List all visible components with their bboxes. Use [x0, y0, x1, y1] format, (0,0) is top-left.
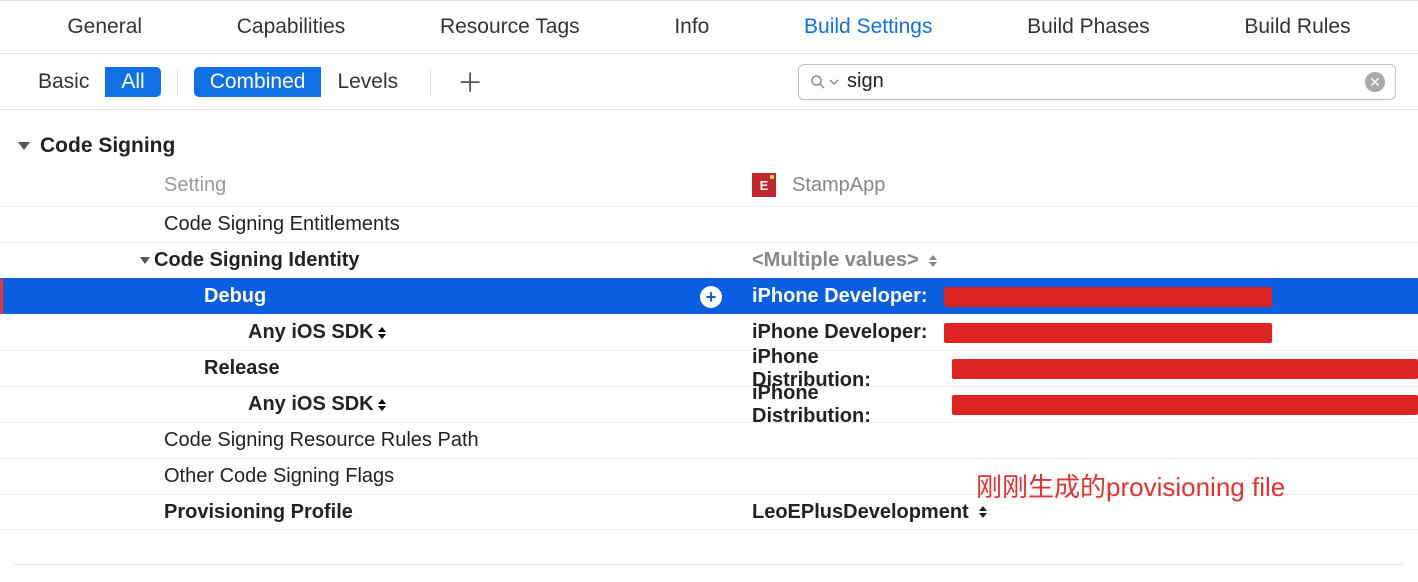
setting-value-prefix[interactable]: iPhone Developer: [752, 321, 928, 344]
tab-resource-tags[interactable]: Resource Tags [422, 15, 598, 39]
view-levels-button[interactable]: Levels [321, 67, 414, 97]
chevron-up-down-icon [378, 327, 386, 339]
setting-label: Any iOS SDK [248, 321, 374, 344]
setting-row-release-anysdk[interactable]: Any iOS SDK iPhone Distribution: [0, 386, 1418, 422]
view-combined-button[interactable]: Combined [194, 67, 322, 97]
setting-label: Code Signing Resource Rules Path [164, 429, 479, 452]
setting-value-prefix[interactable]: iPhone Developer: [752, 285, 928, 308]
section-header-code-signing[interactable]: Code Signing [0, 134, 1418, 164]
clear-search-button[interactable]: ✕ [1365, 72, 1385, 92]
setting-label: Provisioning Profile [164, 501, 353, 524]
filter-all-button[interactable]: All [105, 67, 160, 97]
column-header-target: E StampApp [752, 164, 1418, 206]
toolbar-divider [177, 69, 178, 95]
table-header-row: Setting E StampApp [0, 164, 1418, 206]
target-app-icon: E [752, 173, 776, 197]
setting-label: Code Signing Entitlements [164, 213, 400, 236]
setting-row-debug[interactable]: Debug + iPhone Developer: [0, 278, 1418, 314]
disclosure-triangle-icon [140, 257, 150, 264]
setting-value[interactable]: <Multiple values> [752, 249, 919, 272]
setting-value-prefix[interactable]: iPhone Distribution: [752, 382, 942, 428]
chevron-up-down-icon [979, 506, 987, 518]
close-icon: ✕ [1369, 75, 1381, 89]
scope-filter-group: Basic All [22, 67, 161, 97]
setting-row-entitlements[interactable]: Code Signing Entitlements [0, 206, 1418, 242]
separator [14, 564, 1404, 565]
tab-general[interactable]: General [49, 15, 160, 39]
redacted-value [944, 323, 1272, 343]
search-icon [809, 73, 839, 91]
section-title: Code Signing [40, 134, 175, 158]
setting-row-debug-anysdk[interactable]: Any iOS SDK iPhone Developer: [0, 314, 1418, 350]
add-setting-button[interactable]: ＋ [447, 63, 493, 100]
target-name-label: StampApp [792, 174, 885, 197]
redacted-value [944, 287, 1272, 307]
tab-info[interactable]: Info [656, 15, 727, 39]
search-input[interactable] [847, 70, 1357, 93]
setting-value[interactable]: LeoEPlusDevelopment [752, 501, 969, 524]
column-header-setting: Setting [0, 164, 752, 206]
plus-icon: + [706, 288, 717, 306]
setting-label: Debug [204, 285, 266, 308]
search-field-container[interactable]: ✕ [798, 64, 1396, 100]
setting-row-identity[interactable]: Code Signing Identity <Multiple values> [0, 242, 1418, 278]
setting-row-release[interactable]: Release iPhone Distribution: [0, 350, 1418, 386]
settings-table: Setting E StampApp Code Signing Entitlem… [0, 164, 1418, 530]
setting-row-other-flags[interactable]: Other Code Signing Flags [0, 458, 1418, 494]
redacted-value [952, 395, 1418, 415]
redacted-value [952, 359, 1418, 379]
add-conditional-button[interactable]: + [700, 286, 722, 308]
build-settings-toolbar: Basic All Combined Levels ＋ ✕ [0, 54, 1418, 110]
toolbar-divider [430, 69, 431, 95]
filter-basic-button[interactable]: Basic [22, 67, 105, 97]
setting-label: Release [204, 357, 280, 380]
setting-row-provisioning[interactable]: Provisioning Profile LeoEPlusDevelopment [0, 494, 1418, 530]
setting-label: Code Signing Identity [154, 249, 360, 272]
chevron-up-down-icon [929, 255, 937, 267]
chevron-up-down-icon [378, 399, 386, 411]
tab-build-settings[interactable]: Build Settings [786, 15, 950, 39]
tab-build-phases[interactable]: Build Phases [1009, 15, 1168, 39]
setting-label: Other Code Signing Flags [164, 465, 394, 488]
disclosure-triangle-icon [18, 142, 30, 150]
view-mode-group: Combined Levels [194, 67, 414, 97]
tab-build-rules[interactable]: Build Rules [1226, 15, 1368, 39]
tab-capabilities[interactable]: Capabilities [219, 15, 364, 39]
target-editor-tabbar[interactable]: General Capabilities Resource Tags Info … [0, 0, 1418, 54]
setting-label: Any iOS SDK [248, 393, 374, 416]
setting-row-rules-path[interactable]: Code Signing Resource Rules Path [0, 422, 1418, 458]
